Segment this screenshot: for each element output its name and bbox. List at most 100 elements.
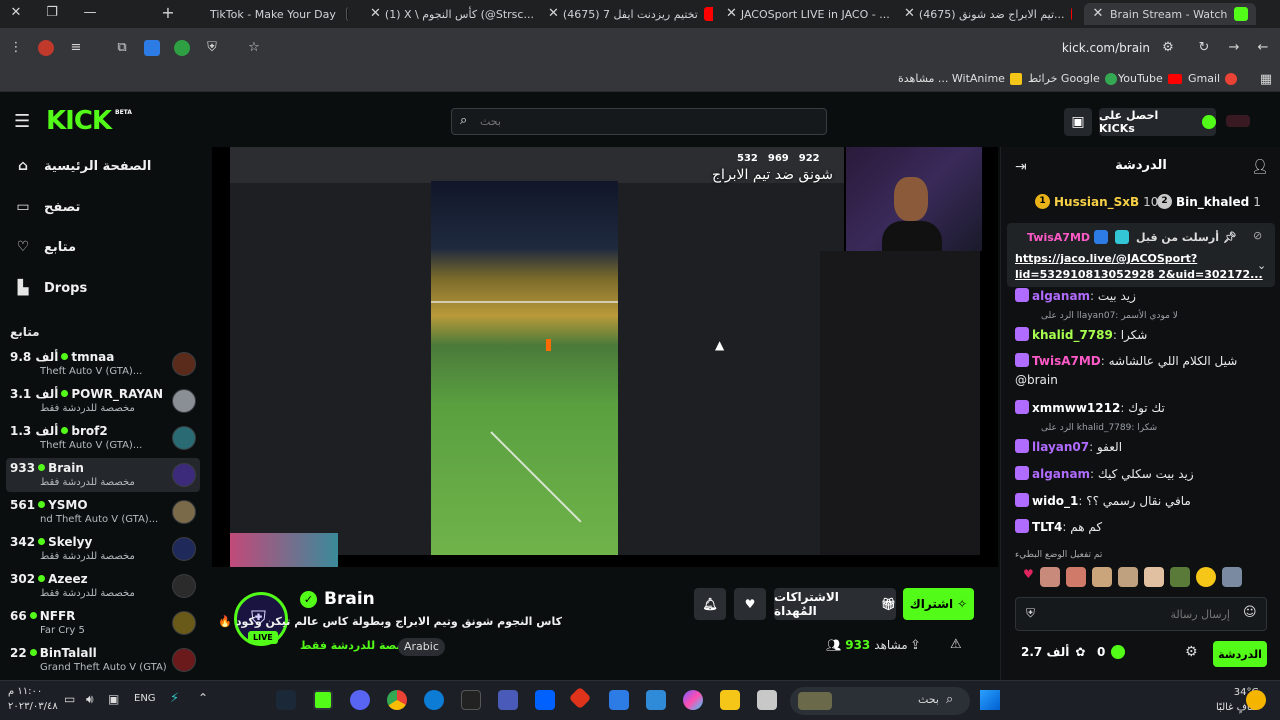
emote-icon[interactable] — [1091, 567, 1112, 587]
chat-message-input[interactable] — [1050, 605, 1230, 623]
followed-channel[interactable]: 933 Brain مخصصة للدردشة فقط — [6, 458, 200, 492]
chat-username[interactable]: khalid_7789 — [1032, 328, 1113, 342]
collapse-chat-icon[interactable]: ⇥ — [1015, 159, 1027, 175]
followed-channel[interactable]: 22 BinTalall Grand Theft Auto V (GTA) — [6, 643, 200, 677]
edge-taskbar-icon[interactable] — [424, 690, 444, 710]
volume-icon[interactable]: 🔊︎ — [86, 692, 94, 707]
emote-icon[interactable] — [1117, 567, 1138, 587]
tab-kick-active[interactable]: ✕ Brain Stream - Watch Live on Kick — [1084, 3, 1256, 25]
chat-username[interactable]: xmmww1212 — [1032, 401, 1120, 415]
kick-logo[interactable]: KICK — [46, 106, 112, 136]
app-taskbar-icon[interactable] — [757, 690, 777, 710]
minimize-window-icon[interactable]: — — [82, 5, 98, 21]
copilot-taskbar-icon[interactable] — [683, 690, 703, 710]
steam-taskbar-icon[interactable] — [276, 690, 296, 710]
close-tab-icon[interactable]: ✕ — [1090, 6, 1106, 22]
heart-emote-icon[interactable]: ♥ — [1023, 567, 1034, 587]
report-warning-icon[interactable]: ⚠ — [950, 637, 962, 652]
emote-icon[interactable] — [1221, 567, 1242, 587]
extensions-puzzle-icon[interactable]: ⧉ — [114, 40, 130, 56]
followed-channel[interactable]: 9.8 ألف tmnaa Theft Auto V (GTA)... — [6, 347, 200, 381]
hamburger-menu-icon[interactable]: ☰ — [14, 111, 30, 132]
apps-grid-icon[interactable]: ▦ — [1258, 72, 1274, 88]
battery-icon[interactable]: ▭ — [64, 692, 75, 706]
taskbar-search[interactable]: بحث ⌕ — [790, 687, 970, 715]
tab-youtube-2[interactable]: ✕ (4675) تيم الابراج ضد شونق... — [904, 3, 1072, 25]
unpin-icon[interactable]: ⊘ — [1253, 229, 1262, 242]
close-tab-icon[interactable]: ✕ — [370, 6, 381, 22]
chat-username[interactable]: llayan07 — [1032, 440, 1089, 454]
bookmark-gmail[interactable]: Gmail — [1188, 72, 1238, 85]
tray-overflow-chevron-icon[interactable]: ⌃ — [198, 691, 208, 705]
users-icon[interactable]: 👤︎ — [1251, 159, 1269, 175]
nav-home[interactable]: ⌂ الصفحة الرئيسية — [14, 155, 151, 177]
new-tab-icon[interactable]: + — [160, 5, 176, 21]
back-icon[interactable]: ← — [1255, 40, 1271, 56]
emote-icon[interactable] — [1195, 567, 1216, 587]
restore-window-icon[interactable]: ❐ — [44, 5, 60, 21]
chat-input-box[interactable]: ⛨ ☺ — [1015, 597, 1267, 631]
search-input[interactable] — [480, 112, 780, 131]
bookmark-star-icon[interactable]: ☆ — [246, 40, 262, 56]
menu-kebab-icon[interactable]: ⋮ — [8, 40, 24, 56]
emoji-icon[interactable]: ☺ — [1243, 605, 1257, 620]
tab-x[interactable]: ✕ (1) X \ كأس النجوم (@Strsc... X — [370, 3, 535, 25]
close-tab-icon[interactable]: ✕ — [904, 6, 915, 22]
discord-taskbar-icon[interactable] — [350, 690, 370, 710]
chevron-down-icon[interactable]: ⌄ — [1257, 259, 1266, 272]
close-window-icon[interactable]: ✕ — [8, 5, 24, 21]
subscribe-button[interactable]: اشتراك ✧ — [903, 588, 974, 620]
bookmark-witanime[interactable]: مشاهدة ... WitAnime — [898, 72, 1022, 85]
chat-username[interactable]: alganam — [1032, 467, 1090, 481]
chat-settings-gear-icon[interactable]: ⚙ — [1185, 644, 1198, 660]
search-bar[interactable]: ⌕ — [451, 108, 827, 135]
bookmark-youtube[interactable]: YouTube — [1118, 72, 1182, 85]
emote-icon[interactable] — [1039, 567, 1060, 587]
bookmark-maps[interactable]: خرائط Google — [1028, 72, 1117, 85]
nav-browse[interactable]: ▭ تصفح — [14, 196, 80, 218]
store-icon[interactable]: ▣ — [1064, 108, 1092, 136]
chat-username[interactable]: TwisA7MD — [1032, 354, 1101, 368]
extension-icon[interactable] — [174, 40, 190, 56]
nav-drops[interactable]: ▙ Drops — [14, 277, 88, 299]
followed-channel[interactable]: 561 YSMO nd Theft Auto V (GTA)... — [6, 495, 200, 529]
chat-username[interactable]: TLT4 — [1032, 520, 1062, 534]
follow-button[interactable]: ♥ — [734, 588, 766, 620]
followed-channel[interactable]: 342 Skelyy مخصصة للدردشة فقط — [6, 532, 200, 566]
chrome-taskbar-icon[interactable] — [387, 690, 407, 710]
shield-icon[interactable]: ⛨ — [204, 40, 220, 56]
app-taskbar-icon[interactable] — [498, 690, 518, 710]
windows-start-icon[interactable] — [980, 690, 1000, 710]
top-gifter-1[interactable]: 1 Hussian_SxB 10 — [1035, 194, 1158, 209]
pinned-link[interactable]: https://jaco.live/@JACOSport? lid=532910… — [1015, 251, 1263, 283]
user-avatar[interactable] — [1226, 115, 1250, 127]
extension-icon[interactable] — [38, 40, 54, 56]
pinned-message[interactable]: ⊘ TwisA7MD أرسلت من قبل 📌︎ https://jaco.… — [1007, 223, 1275, 287]
get-kicks-button[interactable]: احصل على KICKs — [1099, 108, 1216, 136]
taskbar-clock[interactable]: ١١:٠٠ م ٢٠٢٣/٠٣/٤٨ — [8, 684, 58, 714]
forward-icon[interactable]: → — [1226, 40, 1242, 56]
reload-icon[interactable]: ↻ — [1196, 40, 1212, 56]
channel-points[interactable]: 0 — [1097, 645, 1126, 659]
nav-following[interactable]: ♡ متابع — [14, 236, 76, 258]
kick-app-taskbar-icon[interactable] — [313, 690, 333, 710]
followed-channel[interactable]: 302 Azeez مخصصة للدردشة فقط — [6, 569, 200, 603]
streamer-name[interactable]: Brain — [324, 589, 375, 609]
tray-app-icon[interactable]: ⚡ — [170, 691, 179, 706]
followed-channel[interactable]: 1.3 ألف brof2 Theft Auto V (GTA)... — [6, 421, 200, 455]
mail-taskbar-icon[interactable] — [609, 690, 629, 710]
tab-tiktok[interactable]: TikTok - Make Your Day — [188, 3, 348, 25]
extension-icon[interactable] — [144, 40, 160, 56]
top-gifter-2[interactable]: 2 Bin_khaled 1 — [1157, 194, 1261, 209]
tab-jaco[interactable]: ✕ JACOSport LIVE in JACO - ... — [726, 3, 891, 25]
language-tag[interactable]: Arabic — [398, 638, 445, 656]
chat-username[interactable]: wido_1 — [1032, 494, 1078, 508]
send-chat-button[interactable]: الدردشة — [1213, 641, 1267, 667]
emote-icon[interactable] — [1065, 567, 1086, 587]
close-tab-icon[interactable]: ✕ — [726, 6, 737, 22]
emote-icon[interactable] — [1143, 567, 1164, 587]
tab-youtube-1[interactable]: ✕ (4675) تختيم ريزدنت ايفل 7 — [548, 3, 713, 25]
followed-channel[interactable]: 66 NFFR Far Cry 5 — [6, 606, 200, 640]
close-tab-icon[interactable]: ✕ — [548, 6, 559, 22]
epic-games-taskbar-icon[interactable] — [461, 690, 481, 710]
